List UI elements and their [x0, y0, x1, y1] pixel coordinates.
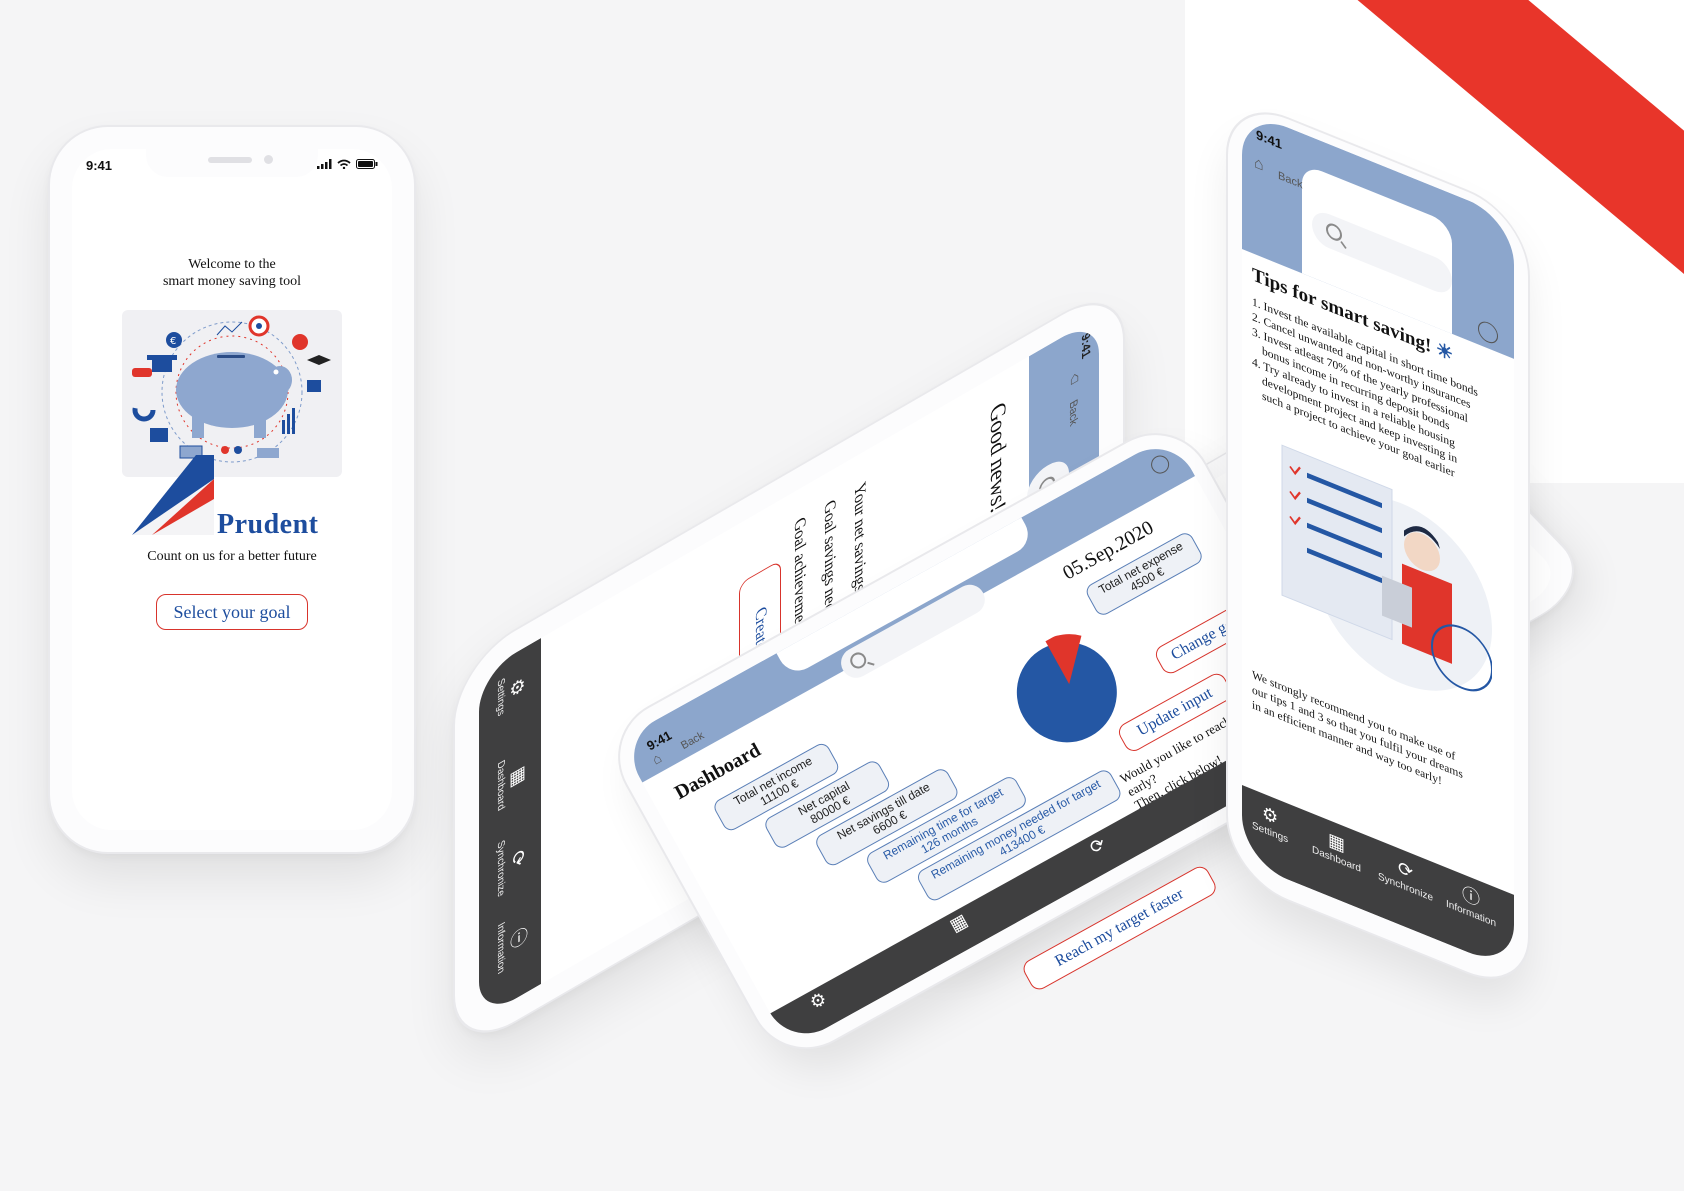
- tips-content: 9:41 ⌂ Back Tips for smart saving! ☀ 1. …: [1228, 95, 1528, 997]
- tab-synchronize[interactable]: ⟳ Synchronize: [1378, 850, 1433, 904]
- gear-icon: ⚙: [806, 987, 831, 1014]
- tab-settings[interactable]: ⚙: [806, 987, 831, 1014]
- tab-dashboard[interactable]: ▦: [946, 909, 971, 936]
- tab-label: Information: [495, 920, 506, 977]
- tab-label: Settings: [495, 676, 506, 719]
- gear-icon: ⚙: [508, 671, 528, 704]
- tips-screen: 9:41 ⌂ Back Tips for smart saving! ☀ 1. …: [1242, 109, 1514, 971]
- expense-pie-chart: [1016, 634, 1117, 743]
- home-icon[interactable]: ⌂: [1254, 154, 1264, 176]
- tab-synchronize[interactable]: ⟳ Synchronize: [495, 826, 528, 900]
- tab-information[interactable]: ⓘ Information: [1446, 877, 1496, 930]
- good-news-tabbar: ⚙ Settings ▦ Dashboard ⟳ Synchronize ⓘ Infor…: [479, 638, 541, 1020]
- info-icon: ⓘ: [508, 923, 528, 954]
- tab-label: Dashboard: [495, 758, 506, 814]
- search-icon: [847, 649, 870, 672]
- sync-icon: ⟳: [1086, 833, 1110, 859]
- dashboard-icon: ▦: [508, 759, 528, 793]
- tab-synchronize[interactable]: ⟳: [1086, 833, 1110, 859]
- sync-icon: ⟳: [508, 845, 528, 873]
- lightbulb-icon: ☀: [1436, 338, 1454, 367]
- tab-label: Synchronize: [495, 838, 506, 900]
- tab-settings[interactable]: ⚙ Settings: [495, 664, 528, 719]
- tab-information[interactable]: ⓘ Information: [495, 908, 528, 977]
- search-icon: [1326, 220, 1342, 244]
- gear-icon: ⚙: [1262, 802, 1279, 829]
- sync-icon: ⟳: [1397, 857, 1414, 884]
- dashboard-icon: ▦: [946, 909, 971, 936]
- phone-good-news-wrapper: [85, 40, 445, 740]
- tab-settings[interactable]: ⚙ Settings: [1252, 799, 1288, 846]
- tab-dashboard[interactable]: ▦ Dashboard: [495, 746, 528, 814]
- tab-dashboard[interactable]: ▦ Dashboard: [1312, 823, 1361, 875]
